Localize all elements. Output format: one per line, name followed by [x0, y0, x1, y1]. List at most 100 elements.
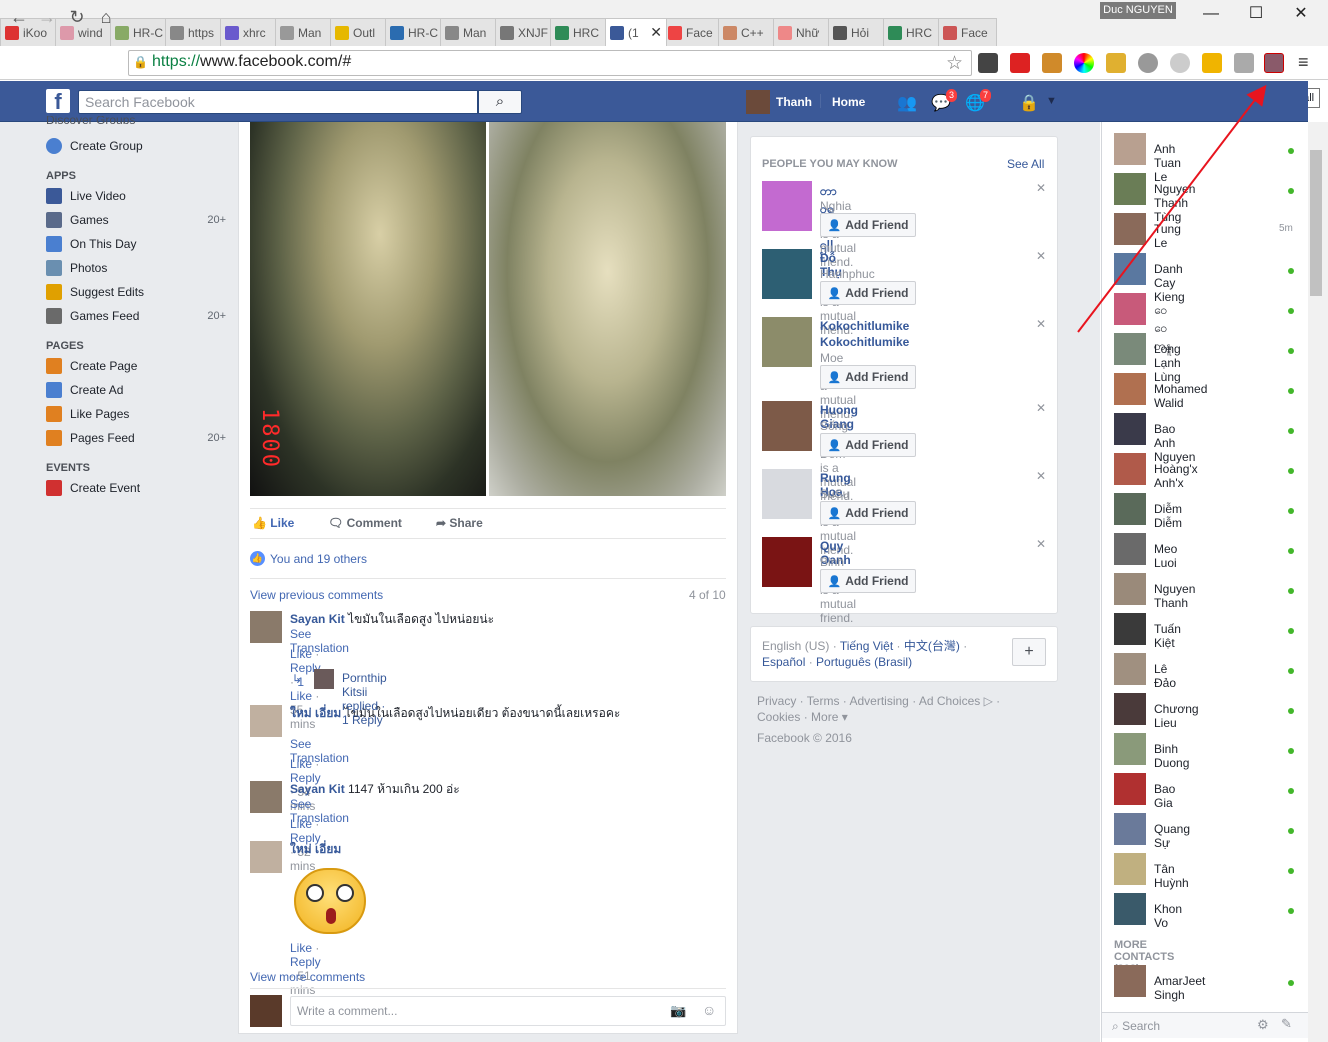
browser-tab[interactable]: HRC	[883, 18, 942, 46]
home-link[interactable]: Home	[832, 95, 865, 109]
reactions-summary[interactable]: You and 19 others	[270, 552, 367, 566]
extension-like-all-icon[interactable]	[1264, 53, 1284, 73]
add-friend-button[interactable]: 👤 Add Friend	[820, 213, 916, 237]
sidebar-item-create-event[interactable]: Create Event	[46, 480, 226, 496]
extension-dots-icon[interactable]	[1202, 53, 1222, 73]
extension-colorpicker-icon[interactable]	[1074, 53, 1094, 73]
browser-tab[interactable]: Man	[440, 18, 499, 46]
forward-icon[interactable]: →	[36, 6, 58, 28]
comment-reply-link[interactable]: Reply	[290, 955, 321, 969]
extension-feather-icon[interactable]	[1170, 53, 1190, 73]
search-icon[interactable]: ⌕	[478, 90, 522, 114]
dismiss-close-icon[interactable]: ✕	[1036, 249, 1046, 263]
browser-menu-icon[interactable]: ≡	[1298, 52, 1309, 73]
friend-requests-icon[interactable]: 👥	[896, 93, 918, 112]
dismiss-close-icon[interactable]: ✕	[1036, 317, 1046, 331]
dismiss-close-icon[interactable]: ✕	[1036, 537, 1046, 551]
suggested-person-avatar[interactable]	[762, 469, 812, 519]
dismiss-close-icon[interactable]: ✕	[1036, 469, 1046, 483]
comment-button[interactable]: 🗨 Comment	[328, 516, 402, 530]
emoji-icon[interactable]: ☺	[702, 1002, 716, 1018]
chat-contact-name[interactable]: AmarJeet Singh	[1154, 974, 1205, 1002]
extension-compass-icon[interactable]	[1138, 53, 1158, 73]
camera-icon[interactable]: 📷	[670, 1003, 686, 1019]
minimize-button[interactable]: —	[1196, 4, 1226, 24]
sidebar-item-create-ad[interactable]: Create Ad	[46, 382, 226, 398]
browser-tab[interactable]: Nhữ	[773, 18, 832, 46]
see-all-link[interactable]: See All	[1007, 157, 1044, 171]
commenter-name-link[interactable]: ใหม่ เอี่ยม	[290, 842, 341, 856]
sidebar-item-create-page[interactable]: Create Page	[46, 358, 226, 374]
profile-link[interactable]: Thanh	[776, 95, 812, 109]
add-friend-button[interactable]: 👤 Add Friend	[820, 501, 916, 525]
view-more-comments-link[interactable]: View more comments	[250, 970, 365, 984]
add-friend-button[interactable]: 👤 Add Friend	[820, 433, 916, 457]
browser-tab[interactable]: Man	[275, 18, 334, 46]
suggested-person-name-link[interactable]: Kokochitlumike	[820, 335, 909, 349]
more-languages-plus-icon[interactable]: +	[1012, 638, 1046, 666]
sidebar-item-games-feed[interactable]: Games Feed 20+	[46, 308, 226, 324]
profile-button[interactable]: Duc NGUYEN	[1100, 2, 1176, 19]
extension-pencil-icon[interactable]	[1106, 53, 1126, 73]
sidebar-item-create-group[interactable]: Create Group	[46, 138, 226, 154]
language-link[interactable]: Tiếng Việt	[840, 639, 893, 653]
sidebar-item-on-this-day[interactable]: On This Day	[46, 236, 226, 252]
suggested-person-avatar[interactable]	[762, 401, 812, 451]
suggested-person-avatar[interactable]	[762, 249, 812, 299]
sidebar-item-pages-feed[interactable]: Pages Feed 20+	[46, 430, 226, 446]
footer-link[interactable]: Privacy	[757, 694, 796, 708]
language-link[interactable]: Español	[762, 655, 805, 669]
share-button[interactable]: ➦ Share	[436, 516, 483, 530]
write-comment-input[interactable]: Write a comment...	[290, 996, 726, 1026]
bookmark-star-icon[interactable]: ☆	[946, 52, 963, 75]
chat-settings-gear-icon[interactable]: ⚙	[1257, 1017, 1269, 1033]
extension-ruler-icon[interactable]	[1042, 53, 1062, 73]
back-icon[interactable]: ←	[8, 6, 30, 28]
footer-link[interactable]: Cookies	[757, 710, 800, 724]
facebook-search-input[interactable]: Search Facebook	[78, 90, 478, 114]
suggested-person-name-link[interactable]: Kokochitlumike	[820, 319, 909, 333]
footer-link[interactable]: Terms	[807, 694, 840, 708]
add-friend-button[interactable]: 👤 Add Friend	[820, 569, 916, 593]
sidebar-item-discover-groups[interactable]: Discover Groups	[46, 116, 226, 124]
browser-tab[interactable]: xhrc	[220, 18, 279, 46]
commenter-name-link[interactable]: Sayan Kit	[290, 782, 345, 796]
scrollbar-thumb[interactable]	[1310, 150, 1322, 296]
avatar[interactable]	[746, 90, 770, 114]
account-menu-chevron-down-icon[interactable]: ▼	[1046, 95, 1057, 107]
footer-link[interactable]: Advertising	[849, 694, 908, 708]
view-previous-comments-link[interactable]: View previous comments	[250, 588, 383, 602]
new-message-icon[interactable]: ✎	[1281, 1016, 1292, 1032]
browser-tab[interactable]: Hỏi	[828, 18, 887, 46]
browser-tab[interactable]: Face	[663, 18, 722, 46]
commenter-name-link[interactable]: Sayan Kit	[290, 612, 345, 626]
reply-summary-link[interactable]: Pornthip Kitsii replied · 1 Reply	[342, 671, 387, 727]
footer-link[interactable]: Ad Choices	[919, 694, 980, 708]
extension-opera-icon[interactable]	[1010, 53, 1030, 73]
comment-like-link[interactable]: Like	[290, 647, 312, 661]
home-icon[interactable]: ⌂	[95, 6, 117, 28]
commenter-avatar[interactable]	[250, 705, 282, 737]
sidebar-item-games[interactable]: Games 20+	[46, 212, 226, 228]
close-window-button[interactable]: ✕	[1286, 4, 1316, 24]
comment-like-link[interactable]: Like	[290, 941, 312, 955]
comment-like-link[interactable]: Like	[290, 757, 312, 771]
browser-tab[interactable]: XNJF	[495, 18, 554, 46]
post-photo-2[interactable]	[489, 122, 726, 496]
sidebar-item-live-video[interactable]: Live Video	[46, 188, 226, 204]
browser-tab[interactable]: HR-C	[110, 18, 169, 46]
extension-bulb-icon[interactable]	[978, 53, 998, 73]
sidebar-item-suggest-edits[interactable]: Suggest Edits	[46, 284, 226, 300]
maximize-button[interactable]: ☐	[1241, 4, 1271, 24]
like-button[interactable]: 👍 Like	[252, 516, 294, 530]
browser-tab[interactable]: HRC	[550, 18, 609, 46]
sidebar-item-photos[interactable]: Photos	[46, 260, 226, 276]
close-tab-icon[interactable]: ✕	[650, 24, 662, 41]
browser-tab[interactable]: Outl	[330, 18, 389, 46]
browser-tab[interactable]: (1 ✕	[605, 18, 667, 46]
reload-icon[interactable]: ↻	[66, 6, 88, 28]
dismiss-close-icon[interactable]: ✕	[1036, 401, 1046, 415]
facebook-logo-icon[interactable]: f	[46, 89, 70, 114]
add-friend-button[interactable]: 👤 Add Friend	[820, 365, 916, 389]
browser-tab[interactable]: HR-C	[385, 18, 444, 46]
